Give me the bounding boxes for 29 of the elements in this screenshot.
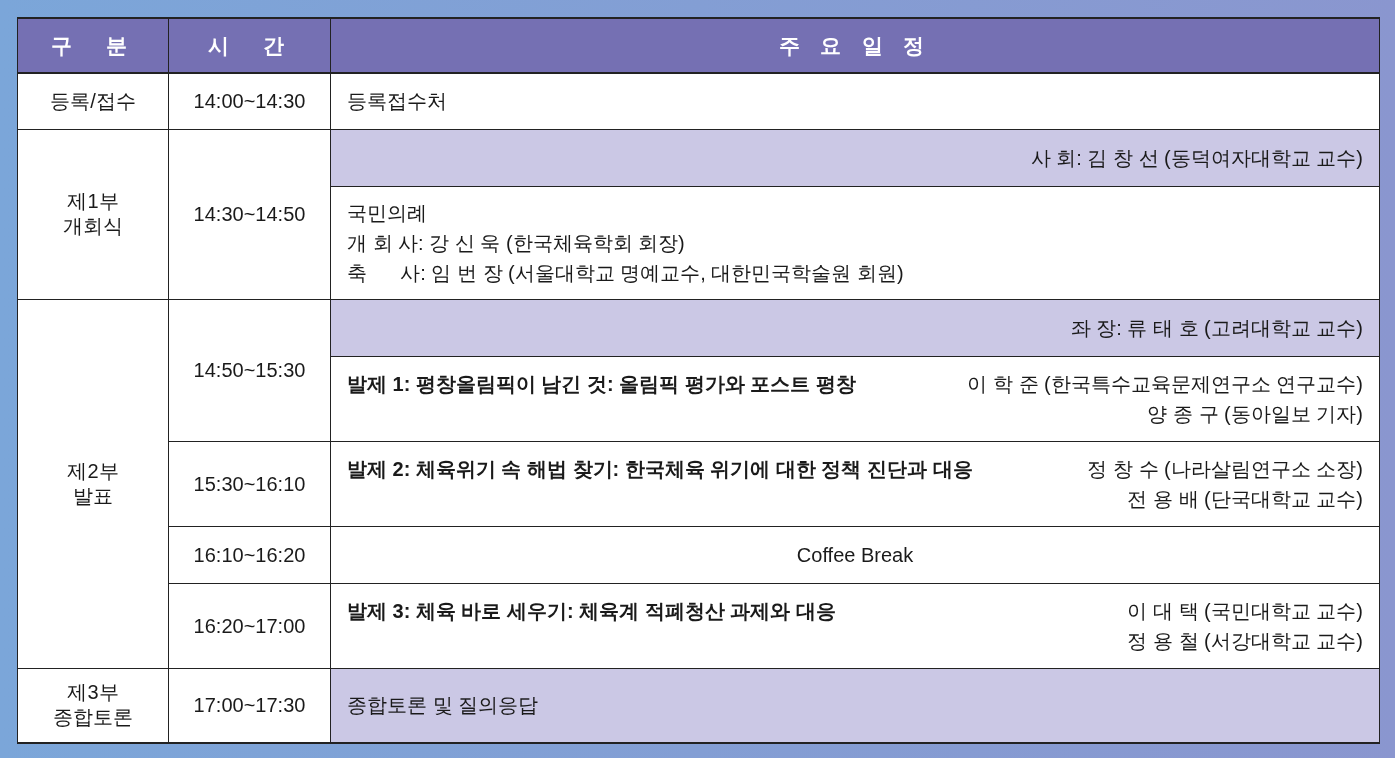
time-cell: 14:30~14:50	[168, 129, 331, 299]
schedule-text: 등록접수처	[347, 89, 448, 115]
category-cell: 제3부 종합토론	[17, 668, 169, 743]
column-header: 시 간	[168, 18, 331, 73]
category-cell: 제1부 개회식	[17, 129, 169, 299]
moderator-cell: 좌 장: 류 태 호 (고려대학교 교수)	[330, 299, 1380, 356]
time-cell: 14:00~14:30	[168, 73, 331, 129]
speaker-text: 이 학 준 (한국특수교육문제연구소 연구교수)	[967, 371, 1363, 397]
talk-title: 발제 2: 체육위기 속 해법 찾기: 한국체육 위기에 대한 정책 진단과 대응	[347, 456, 973, 482]
schedule-text: 개 회 사: 강 신 욱 (한국체육학회 회장)	[347, 230, 686, 256]
speaker-text: 정 용 철 (서강대학교 교수)	[1127, 628, 1363, 654]
time-cell: 14:50~15:30	[168, 299, 331, 441]
talk-title: 발제 1: 평창올림픽이 남긴 것: 올림픽 평가와 포스트 평창	[347, 371, 856, 397]
category-cell: 등록/접수	[17, 73, 169, 129]
talk-title: 발제 3: 체육 바로 세우기: 체육계 적폐청산 과제와 대응	[347, 598, 836, 624]
speaker-text: 전 용 배 (단국대학교 교수)	[1127, 486, 1363, 512]
time-cell: 16:20~17:00	[168, 583, 331, 668]
schedule-text: 축 사: 임 번 장 (서울대학교 명예교수, 대한민국학술원 회원)	[347, 260, 905, 286]
time-cell: 15:30~16:10	[168, 441, 331, 526]
speaker-text: 양 종 구 (동아일보 기자)	[1147, 401, 1363, 427]
column-header: 구 분	[17, 18, 169, 73]
time-cell: 16:10~16:20	[168, 526, 331, 583]
break-cell: Coffee Break	[330, 526, 1380, 583]
category-cell: 제2부 발표	[17, 299, 169, 668]
speaker-text: 이 대 택 (국민대학교 교수)	[1127, 598, 1363, 624]
speaker-text: 정 창 수 (나라살림연구소 소장)	[1087, 456, 1363, 482]
schedule-text: 국민의례	[347, 200, 428, 226]
moderator-cell: 사 회: 김 창 선 (동덕여자대학교 교수)	[330, 129, 1380, 186]
schedule-text: 종합토론 및 질의응답	[347, 693, 540, 719]
